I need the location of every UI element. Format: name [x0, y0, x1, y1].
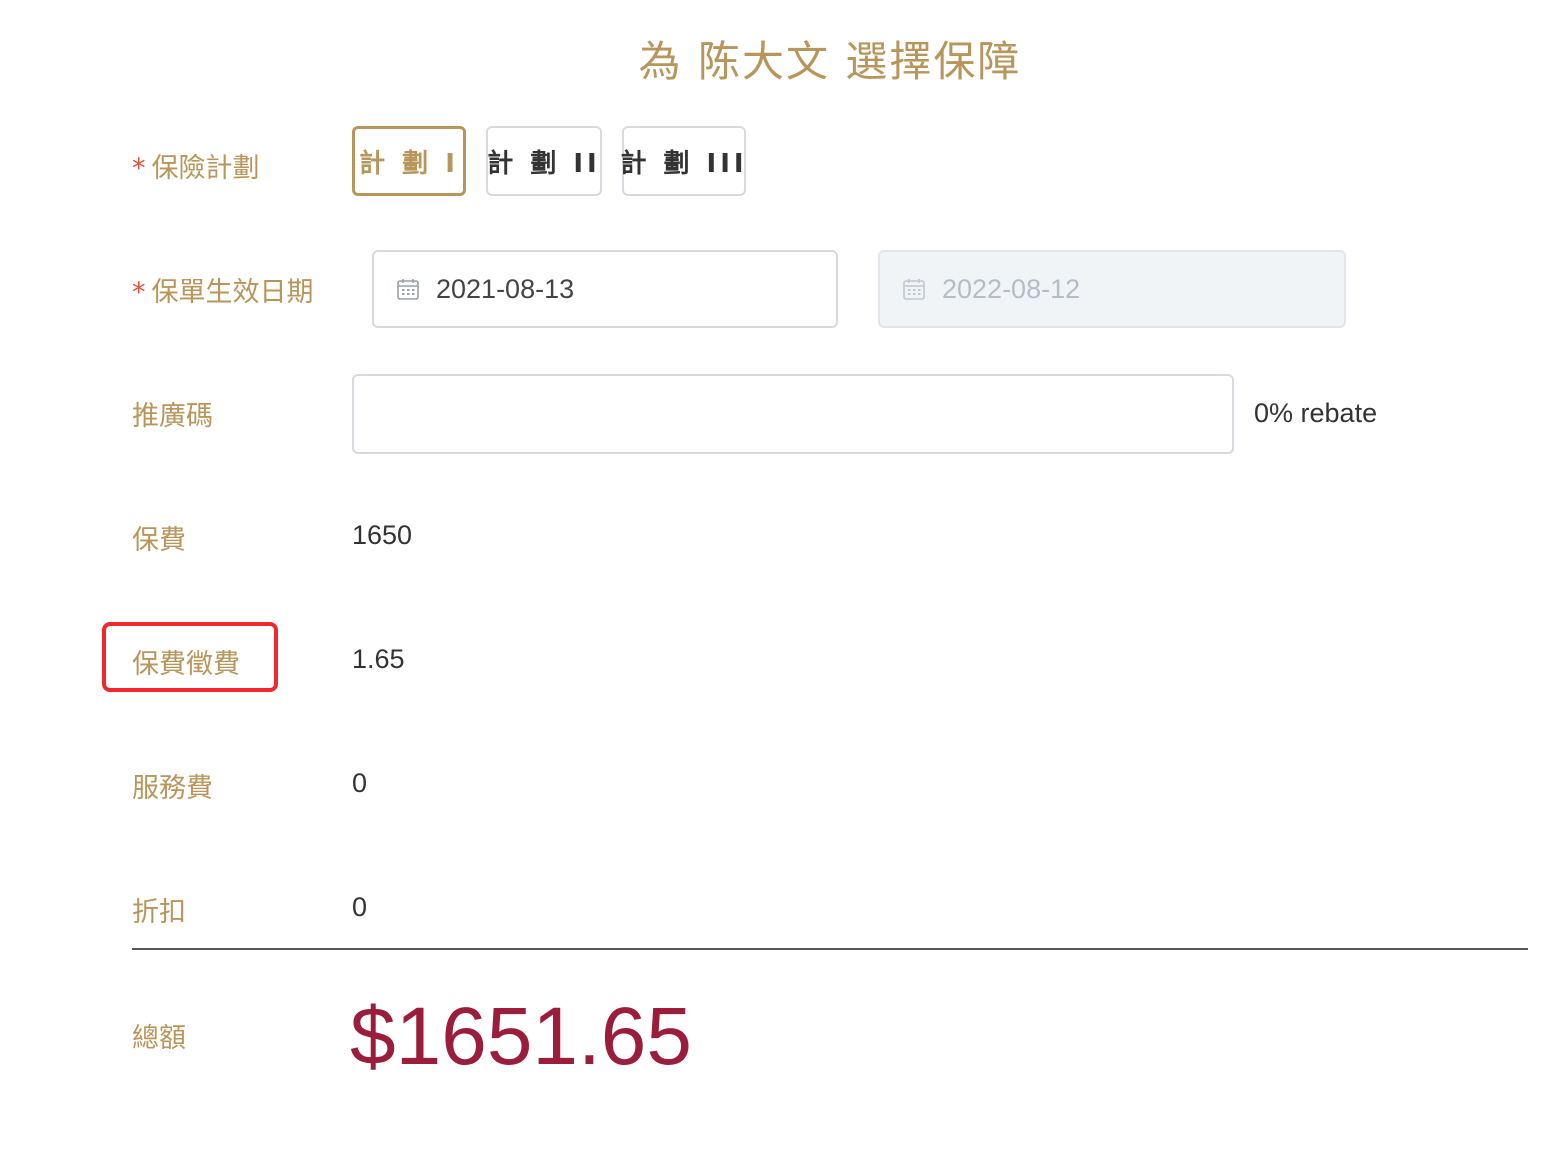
- premium-value: 1650: [352, 520, 413, 550]
- rebate-text: 0% rebate: [1254, 398, 1378, 428]
- plan-option-1-button[interactable]: 計 劃 I: [352, 126, 466, 196]
- promo-code-label: 推廣碼: [132, 401, 213, 432]
- levy-label: 保費徵費: [132, 649, 240, 680]
- total-label: 總額: [132, 1023, 186, 1054]
- plan-label: 保險計劃: [151, 153, 260, 184]
- required-mark: *: [132, 153, 146, 184]
- page-title: 為 陈大文 選擇保障: [638, 37, 1022, 86]
- levy-value: 1.65: [352, 644, 405, 674]
- premium-label: 保費: [132, 525, 186, 556]
- total-amount: $1651.65: [350, 991, 693, 1082]
- promo-code-input[interactable]: [352, 374, 1234, 454]
- calendar-icon: [903, 279, 925, 300]
- plan-option-2-button[interactable]: 計 劃 II: [486, 126, 602, 196]
- plan-option-3-button[interactable]: 計 劃 III: [620, 126, 746, 196]
- discount-label: 折扣: [132, 897, 186, 928]
- divider: [132, 948, 1528, 950]
- start-date-value: 2021-08-13: [436, 273, 575, 304]
- calendar-icon: [397, 279, 419, 300]
- start-date-field[interactable]: 2021-08-13: [372, 250, 838, 328]
- required-mark: *: [132, 277, 146, 308]
- end-date-value: 2022-08-12: [942, 273, 1081, 304]
- service-fee-label: 服務費: [132, 773, 213, 804]
- discount-value: 0: [352, 892, 368, 922]
- service-fee-value: 0: [352, 768, 368, 798]
- plan-label-row: * 保險計劃: [132, 146, 260, 185]
- end-date-field: 2022-08-12: [878, 250, 1346, 328]
- effective-date-label: 保單生效日期: [151, 277, 314, 308]
- effective-date-label-row: * 保單生效日期: [132, 270, 314, 309]
